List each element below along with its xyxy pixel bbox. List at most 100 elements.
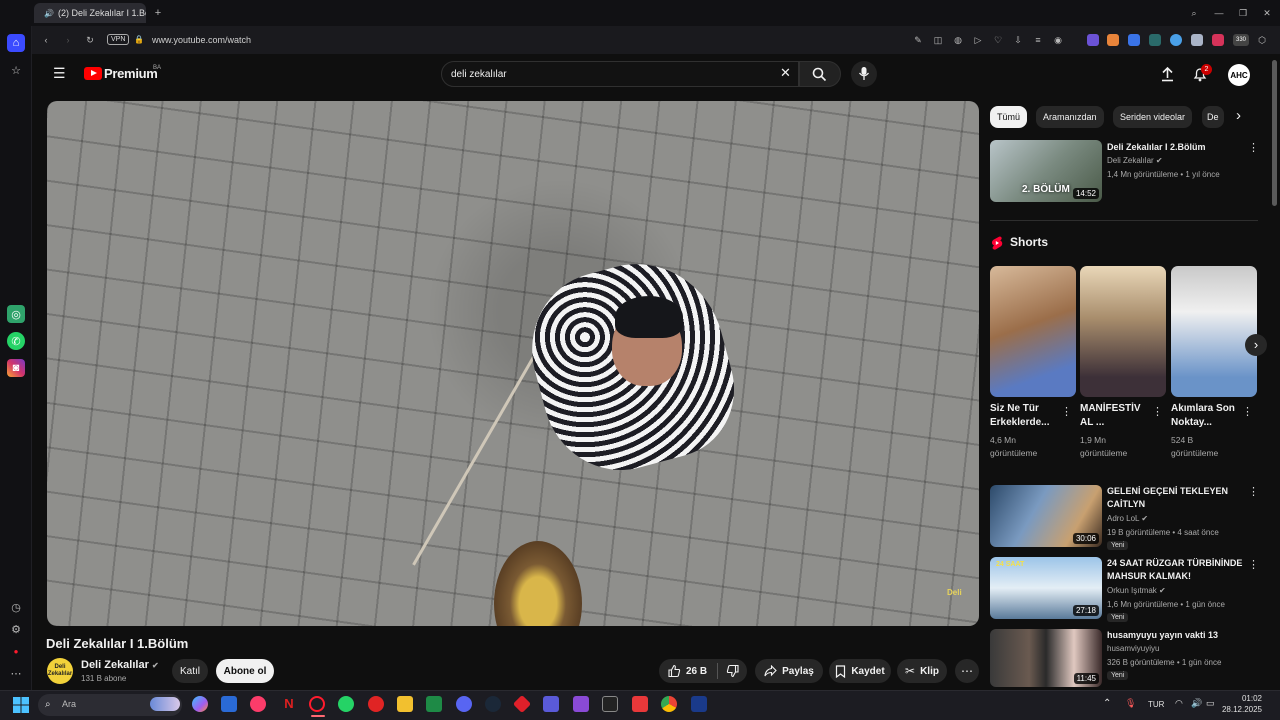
more-icon[interactable]: ⋯ (7, 664, 25, 682)
whatsapp-taskbar-icon[interactable] (338, 696, 354, 712)
related-channel-2[interactable]: Orkun Işıtmak ✔ (1107, 586, 1166, 595)
related-channel-3[interactable]: husamviyuyiyu (1107, 644, 1159, 653)
store-icon[interactable] (221, 696, 237, 712)
speaker-icon[interactable]: 🔊 (44, 9, 54, 18)
volume-icon[interactable]: 🔊 (1191, 698, 1202, 709)
short-title-3[interactable]: Akımlara Son Noktay... (1171, 402, 1241, 430)
close-window-icon[interactable]: ✕ (1261, 7, 1273, 19)
related-2-more-icon[interactable]: ⋮ (1248, 558, 1259, 571)
related-thumbnail-1[interactable]: 30:06 (990, 485, 1102, 547)
related-thumbnail-3[interactable]: 11:45 (990, 629, 1102, 687)
related-title-3[interactable]: husamyuyu yayın vakti 13 (1107, 629, 1247, 642)
tab-search-icon[interactable]: ⌕ (1188, 7, 1200, 19)
chip-from-search[interactable]: Aramanızdan (1036, 106, 1104, 128)
reload-icon[interactable]: ↻ (84, 34, 96, 46)
heart-icon[interactable]: ♡ (992, 34, 1004, 46)
search-input[interactable] (451, 66, 771, 82)
lock-icon[interactable]: 🔒 (133, 34, 145, 46)
excel-icon[interactable] (426, 696, 442, 712)
short-title-2[interactable]: MANİFESTİV AL ... (1080, 402, 1150, 430)
chip-all[interactable]: Tümü (990, 106, 1028, 128)
channel-name[interactable]: Deli Zekalılar ✔ (81, 659, 159, 671)
whatsapp-icon[interactable]: ✆ (7, 332, 25, 350)
channel-avatar[interactable]: Deli Zekalılar (47, 658, 73, 684)
short-thumbnail-3[interactable] (1171, 266, 1257, 397)
youtube-premium-logo[interactable]: Premium (104, 66, 158, 81)
short-2-more-icon[interactable]: ⋮ (1152, 405, 1163, 418)
settings-gear-icon[interactable]: ⚙ (7, 620, 25, 638)
related-thumbnail-2[interactable]: 24 SAAT 27:18 (990, 557, 1102, 619)
opera-flow-icon[interactable]: ● (7, 642, 25, 660)
history-icon[interactable]: ◷ (7, 598, 25, 616)
related-thumbnail-episode-2[interactable]: 2. BÖLÜM 14:52 (990, 140, 1102, 202)
chips-next-icon[interactable]: › (1236, 108, 1241, 124)
related-title-2[interactable]: 24 SAAT RÜZGAR TÜRBİNİNDE MAHSUR KALMAK! (1107, 557, 1247, 583)
language-indicator[interactable]: TUR (1148, 700, 1164, 709)
instagram-icon[interactable]: ◙ (7, 359, 25, 377)
back-icon[interactable]: ‹ (40, 34, 52, 46)
extension-2-icon[interactable] (1107, 34, 1119, 46)
share-button[interactable]: Paylaş (755, 659, 823, 683)
extension-8-badge[interactable]: 330 (1233, 34, 1249, 46)
clock-time[interactable]: 01:02 (1220, 694, 1262, 703)
clear-search-icon[interactable]: ✕ (780, 66, 791, 80)
red-app-icon[interactable] (368, 696, 384, 712)
related-title[interactable]: Deli Zekalılar I 2.Bölüm (1107, 141, 1247, 154)
chip-truncated[interactable]: De (1202, 106, 1224, 128)
tray-mic-icon[interactable]: 🎙 (1125, 698, 1136, 709)
discord-icon[interactable] (456, 696, 472, 712)
extensions-puzzle-icon[interactable]: ⬡ (1256, 34, 1268, 46)
join-button[interactable]: Katıl (172, 659, 208, 683)
opera-taskbar-icon[interactable] (309, 696, 325, 712)
tab-youtube[interactable]: 🔊 (2) Deli Zekalılar I 1.Bölü (34, 3, 146, 23)
edit-icon[interactable]: ✎ (912, 34, 924, 46)
video-player[interactable] (47, 101, 979, 626)
related-1-more-icon[interactable]: ⋮ (1248, 485, 1259, 498)
maximize-icon[interactable]: ❐ (1237, 7, 1249, 19)
extension-5-icon[interactable] (1170, 34, 1182, 46)
related-channel[interactable]: Deli Zekalılar ✔ (1107, 156, 1163, 165)
minimize-icon[interactable]: — (1213, 7, 1225, 19)
extension-4-icon[interactable] (1149, 34, 1161, 46)
wifi-icon[interactable]: ◠ (1175, 698, 1183, 709)
short-3-more-icon[interactable]: ⋮ (1242, 405, 1253, 418)
camera-icon[interactable]: ◫ (932, 34, 944, 46)
extension-1-icon[interactable] (1087, 34, 1099, 46)
related-title-1[interactable]: GELENİ GEÇENİ TEKLEYEN CAİTLYN (1107, 485, 1247, 511)
shield-icon[interactable]: ◍ (952, 34, 964, 46)
more-actions-button[interactable]: ⋯ (955, 659, 979, 683)
extension-7-icon[interactable] (1212, 34, 1224, 46)
like-button[interactable]: 26 B (663, 659, 717, 683)
easy-setup-icon[interactable]: ≡ (1032, 34, 1044, 46)
chatgpt-icon[interactable]: ◎ (7, 305, 25, 323)
vpn-badge[interactable]: VPN (107, 34, 130, 45)
short-title-1[interactable]: Siz Ne Tür Erkeklerde... (990, 402, 1060, 430)
short-thumbnail-1[interactable] (990, 266, 1076, 397)
file-explorer-icon[interactable] (397, 696, 413, 712)
clip-button[interactable]: ✂ Klip (897, 659, 947, 683)
new-tab-icon[interactable]: + (152, 7, 164, 19)
url-field[interactable]: www.youtube.com/watch (152, 35, 251, 45)
extension-6-icon[interactable] (1191, 34, 1203, 46)
upload-icon[interactable] (1160, 66, 1175, 82)
menu-hamburger-icon[interactable]: ☰ (53, 66, 67, 80)
account-avatar[interactable]: AHC (1228, 64, 1250, 86)
copilot-icon[interactable] (192, 696, 208, 712)
play-icon[interactable]: ▷ (972, 34, 984, 46)
chip-series[interactable]: Seriden videolar (1113, 106, 1193, 128)
clock-date[interactable]: 28.12.2025 (1208, 705, 1262, 714)
page-scrollbar[interactable] (1272, 60, 1277, 206)
related-channel-1[interactable]: Adro LoL ✔ (1107, 514, 1148, 523)
teams-icon[interactable] (543, 696, 559, 712)
chrome-icon[interactable] (661, 696, 677, 712)
more-options-icon[interactable]: ⋮ (1248, 141, 1259, 154)
home-icon[interactable]: ⌂ (7, 34, 25, 52)
windows-start-icon[interactable] (13, 697, 29, 713)
save-button[interactable]: Kaydet (829, 659, 891, 683)
ds-app-icon[interactable] (691, 696, 707, 712)
short-thumbnail-2[interactable] (1080, 266, 1166, 397)
short-1-more-icon[interactable]: ⋮ (1061, 405, 1072, 418)
shorts-next-icon[interactable]: › (1245, 334, 1267, 356)
music-icon[interactable] (250, 696, 266, 712)
dislike-button[interactable] (722, 659, 744, 683)
